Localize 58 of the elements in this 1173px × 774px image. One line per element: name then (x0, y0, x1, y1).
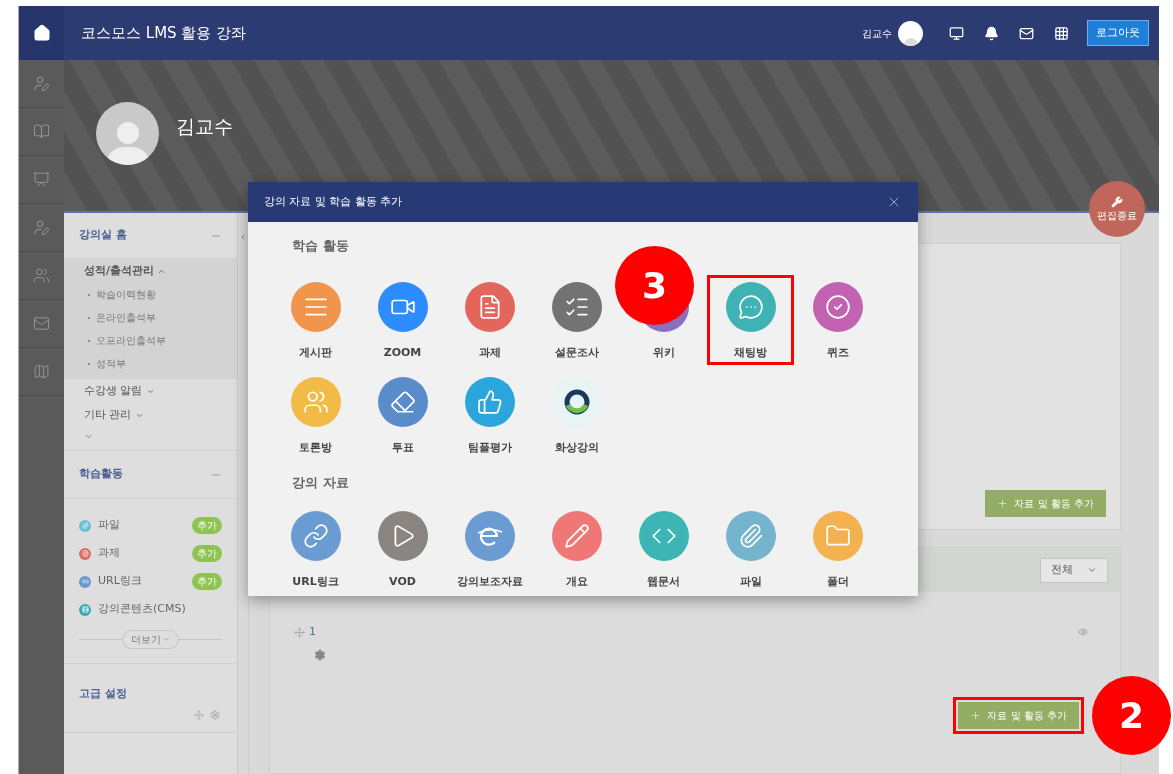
activity-label: URL링크 (292, 574, 339, 590)
activity-label: 개요 (565, 574, 588, 590)
activity-label: 웹문서 (647, 574, 680, 590)
activity-tile[interactable]: 강의보조자료 (446, 504, 533, 594)
block-title: 고급 설정 (79, 687, 127, 700)
activity-label: 파일 (739, 574, 762, 590)
menu-item[interactable]: 학습이력현황 (64, 283, 237, 306)
activity-tile[interactable]: URL링크 (272, 504, 359, 594)
activity-label: ZOOM (383, 345, 422, 361)
group-heading: 강의 자료 (292, 474, 350, 492)
course-title: 코스모스 LMS 활용 강좌 (81, 22, 247, 44)
block-title: 강의실 홈 (79, 227, 127, 244)
activity-tile[interactable]: 게시판 (272, 275, 359, 365)
activity-label: 설문조사 (554, 345, 599, 361)
activity-link[interactable]: 과제 (98, 545, 120, 562)
menu-item[interactable]: 성적부 (64, 352, 237, 375)
logout-button[interactable]: 로그아웃 (1087, 20, 1149, 46)
activity-tile[interactable]: ZOOM (359, 275, 446, 365)
activity-tile[interactable]: 폴더 (794, 504, 881, 594)
activity-tile[interactable]: VOD (359, 504, 446, 594)
activity-tile[interactable]: 토론방 (272, 370, 359, 460)
activity-label: 게시판 (299, 345, 332, 361)
activity-tile[interactable]: 웹문서 (620, 504, 707, 594)
activity-link[interactable]: 강의콘텐츠(CMS) (98, 601, 186, 618)
section-number: 1 (309, 624, 316, 640)
profile-name: 김교수 (176, 114, 233, 139)
menu-item[interactable]: 온라인출석부 (64, 306, 237, 329)
activity-link[interactable]: 파일 (98, 517, 120, 534)
activity-tile[interactable]: 퀴즈 (794, 275, 881, 365)
user-name: 김교수 (862, 26, 892, 41)
activity-tile[interactable]: 개요 (533, 504, 620, 594)
activity-label: 강의보조자료 (456, 574, 523, 590)
activity-label: VOD (389, 574, 416, 590)
menu-item[interactable]: 오프라인출석부 (64, 329, 237, 352)
activity-tile[interactable]: 화상강의 (533, 370, 620, 460)
activity-label: 퀴즈 (826, 345, 849, 361)
activity-label: 투표 (391, 440, 414, 456)
activity-tile[interactable]: 투표 (359, 370, 446, 460)
activity-tile[interactable]: 팀플평가 (446, 370, 533, 460)
edit-off-button[interactable]: 편집종료 (1089, 181, 1145, 237)
activity-label: 과제 (478, 345, 501, 361)
activity-tile[interactable]: 파일 (707, 504, 794, 594)
filter-select[interactable]: 전체 (1040, 557, 1108, 583)
activity-label: 채팅방 (734, 345, 767, 361)
menu-group[interactable]: 수강생 알림 (64, 379, 237, 403)
block-title: 학습활동 (79, 466, 123, 483)
activity-label: 팀플평가 (467, 440, 512, 456)
dialog-title: 강의 자료 및 학습 활동 추가 (264, 193, 403, 210)
activity-tile[interactable]: 과제 (446, 275, 533, 365)
activity-label: 토론방 (299, 440, 332, 456)
activity-label: 화상강의 (554, 440, 599, 456)
menu-group[interactable]: 성적/출석관리 (64, 259, 237, 283)
group-heading: 학습 활동 (292, 237, 350, 255)
activity-tile[interactable]: 채팅방 (707, 275, 794, 365)
activity-link[interactable]: URL링크 (98, 573, 142, 590)
menu-group[interactable]: 기타 관리 (64, 403, 237, 427)
activity-label: 위키 (652, 345, 675, 361)
activity-label: 폴더 (826, 574, 849, 590)
